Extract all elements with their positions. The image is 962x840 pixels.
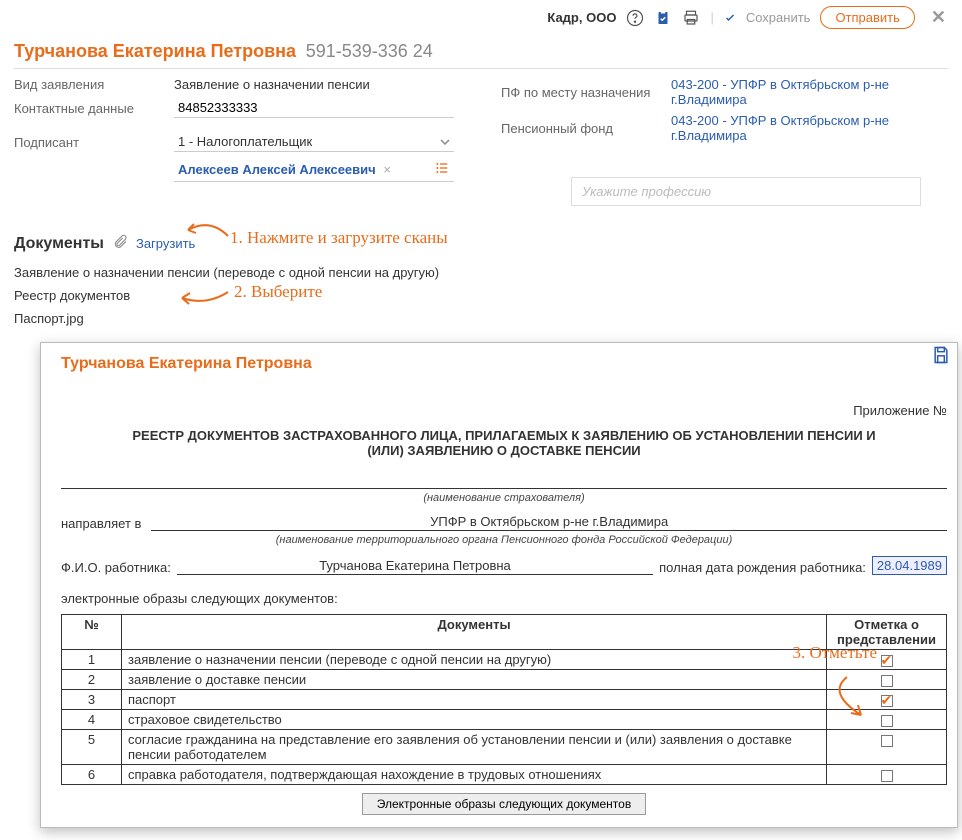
label-signer: Подписант (14, 135, 174, 150)
help-icon[interactable] (626, 9, 644, 27)
annotation-2: 2. Выберите (234, 282, 322, 302)
topbar: Кадр, ООО | Сохранить Отправить ✕ (0, 0, 962, 35)
cell-num: 4 (62, 710, 122, 730)
table-row: 2заявление о доставке пенсии (62, 670, 947, 690)
cell-doc: заявление о назначении пенсии (переводе … (122, 650, 827, 670)
cell-doc: согласие гражданина на представление его… (122, 730, 827, 765)
clip-icon[interactable] (112, 234, 128, 253)
cell-doc: заявление о доставке пенсии (122, 670, 827, 690)
reestr-title: РЕЕСТР ДОКУМЕНТОВ ЗАСТРАХОВАННОГО ЛИЦА, … (121, 428, 887, 458)
cell-num: 2 (62, 670, 122, 690)
check-small-icon[interactable] (724, 12, 736, 24)
send-to-label: направляет в (61, 516, 141, 531)
label-pf-place: ПФ по месту назначения (501, 85, 671, 100)
annotation-1: 1. Нажмите и загрузите сканы (230, 228, 448, 248)
e-title: электронные образы следующих документов: (61, 591, 947, 606)
checkbox[interactable] (881, 715, 893, 727)
table-row: 3паспорт (62, 690, 947, 710)
save-button[interactable]: Сохранить (746, 10, 811, 25)
annotation-arrow-1 (180, 216, 230, 240)
col-num: № (62, 615, 122, 650)
annotation-arrow-3 (817, 673, 877, 723)
org-name: Кадр, ООО (547, 10, 616, 25)
label-type: Вид заявления (14, 77, 174, 92)
print-icon[interactable] (682, 9, 700, 27)
doc-item[interactable]: Реестр документов 2. Выберите (14, 284, 948, 307)
cell-doc: паспорт (122, 690, 827, 710)
cell-num: 1 (62, 650, 122, 670)
cell-doc: справка работодателя, подтверждающая нах… (122, 765, 827, 785)
value-type: Заявление о назначении пенсии (174, 77, 461, 92)
documents-header: Документы Загрузить 1. Нажмите и загрузи… (0, 220, 962, 257)
doc-item-label: Реестр документов (14, 288, 130, 303)
table-row: 5согласие гражданина на представление ег… (62, 730, 947, 765)
label-contact: Контактные данные (14, 101, 174, 116)
signer-select-value: 1 - Налогоплательщик (178, 134, 312, 149)
label-pf-fund: Пенсионный фонд (501, 121, 671, 136)
close-icon[interactable]: ✕ (925, 7, 952, 28)
checkbox[interactable] (881, 675, 893, 687)
chevron-down-icon (440, 137, 450, 147)
insurer-caption: (наименование страхователя) (61, 492, 947, 504)
annotation-arrow-2 (176, 288, 232, 308)
annotation-3: 3. Отметьте (792, 643, 877, 663)
document-list: Заявление о назначении пенсии (переводе … (0, 257, 962, 338)
documents-title: Документы (14, 235, 104, 253)
signer-select[interactable]: 1 - Налогоплательщик (174, 132, 454, 152)
col-docs: Документы (122, 615, 827, 650)
dob-label: полная дата рождения работника: (659, 560, 866, 575)
send-to-value[interactable]: УПФР в Октябрьском р-не г.Владимира (151, 514, 947, 531)
signer-name: Алексеев Алексей Алексеевич (178, 162, 376, 177)
fio-value[interactable]: Турчанова Екатерина Петровна (177, 558, 653, 575)
checkbox[interactable] (881, 655, 893, 667)
cell-num: 5 (62, 730, 122, 765)
checkbox[interactable] (881, 735, 893, 747)
doc-item[interactable]: Заявление о назначении пенсии (переводе … (14, 261, 948, 284)
cell-doc: страховое свидетельство (122, 710, 827, 730)
cell-check (827, 765, 947, 785)
send-button[interactable]: Отправить (820, 6, 914, 29)
clear-signer-icon[interactable]: × (383, 162, 391, 177)
cell-num: 3 (62, 690, 122, 710)
footer-button[interactable]: Электронные образы следующих документов (362, 793, 646, 815)
signer-name-field[interactable]: Алексеев Алексей Алексеевич × (174, 158, 454, 182)
contact-input[interactable] (174, 98, 454, 118)
table-row: 6справка работодателя, подтверждающая на… (62, 765, 947, 785)
territory-caption: (наименование территориального органа Пе… (61, 534, 947, 546)
reestr-window: Турчанова Екатерина Петровна Приложение … (40, 342, 958, 828)
separator: | (710, 10, 713, 25)
person-name: Турчанова Екатерина Петровна (14, 41, 296, 61)
list-icon[interactable] (434, 160, 450, 179)
reestr-app-no: Приложение № (61, 403, 947, 418)
pf-fund-link[interactable]: 043-200 - УПФР в Октябрьском р-не г.Влад… (671, 113, 948, 143)
reestr-person: Турчанова Екатерина Петровна (61, 355, 947, 373)
doc-item[interactable]: Паспорт.jpg (14, 307, 948, 330)
person-snils: 591-539-336 24 (306, 41, 433, 61)
divider (14, 68, 948, 69)
reestr-table: № Документы Отметка о представлении 1зая… (61, 614, 947, 785)
fio-label: Ф.И.О. работника: (61, 560, 171, 575)
checkbox[interactable] (881, 695, 893, 707)
person-header: Турчанова Екатерина Петровна 591-539-336… (0, 35, 962, 66)
cell-num: 6 (62, 765, 122, 785)
clipboard-icon[interactable] (654, 9, 672, 27)
checkbox[interactable] (881, 770, 893, 782)
pf-place-link[interactable]: 043-200 - УПФР в Октябрьском р-не г.Влад… (671, 77, 948, 107)
form-left: Вид заявления Заявление о назначении пен… (14, 77, 461, 212)
dob-input[interactable]: 28.04.1989 (872, 556, 947, 575)
profession-input[interactable]: Укажите профессию (571, 177, 921, 206)
cell-check (827, 730, 947, 765)
save-icon[interactable] (931, 345, 951, 368)
table-row: 4страховое свидетельство (62, 710, 947, 730)
form-right: ПФ по месту назначения 043-200 - УПФР в … (501, 77, 948, 212)
insurer-field[interactable] (61, 472, 947, 489)
